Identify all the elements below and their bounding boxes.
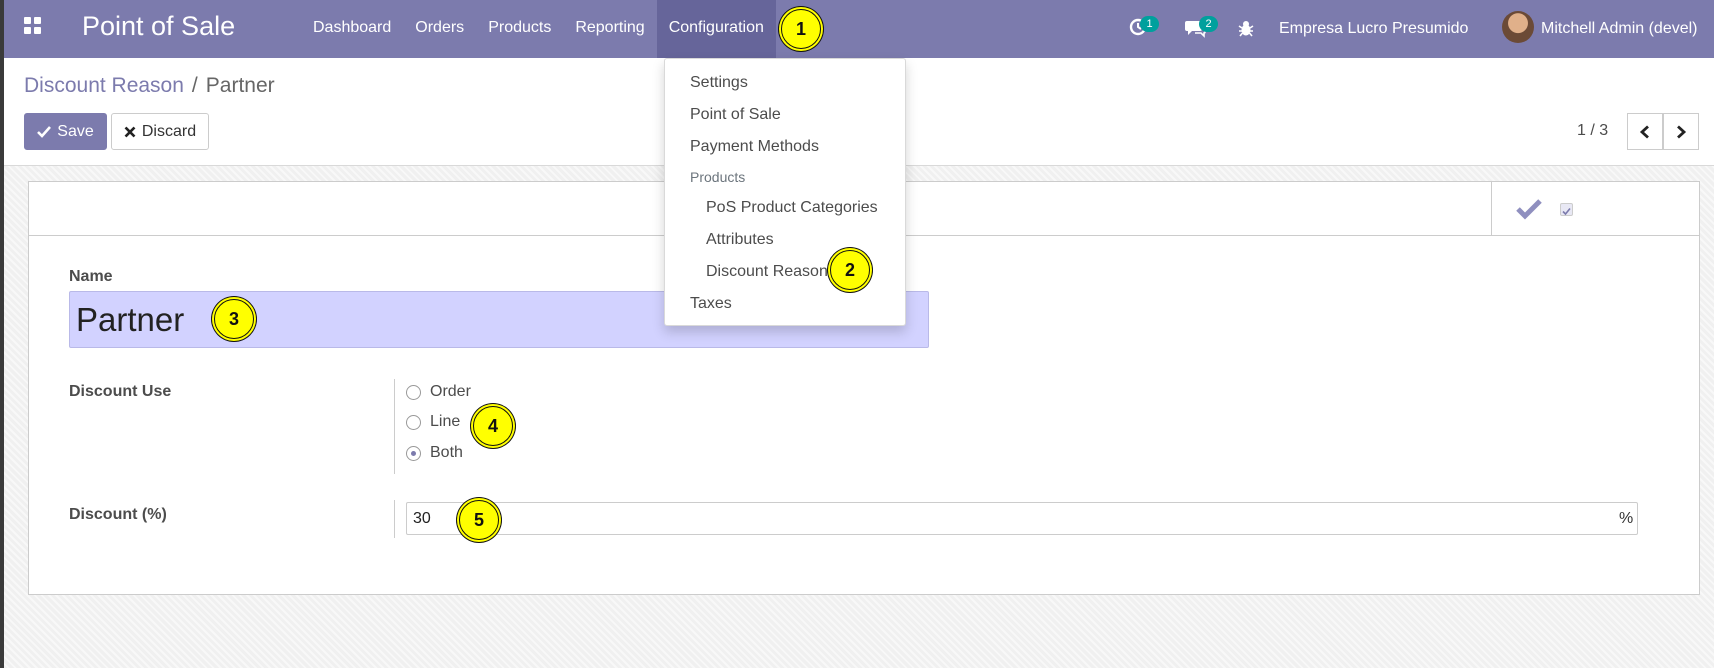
radio-line-control[interactable] <box>406 414 421 430</box>
active-check-icon <box>1516 199 1542 220</box>
discount-percent-input[interactable]: 30 <box>406 502 1638 535</box>
menu-reporting[interactable]: Reporting <box>563 0 656 58</box>
breadcrumb-current: Partner <box>205 74 275 97</box>
breadcrumb-parent-link[interactable]: Discount Reason <box>24 74 184 98</box>
discard-button[interactable]: Discard <box>111 113 209 150</box>
radio-order-control[interactable] <box>406 384 421 400</box>
breadcrumb-separator: / <box>191 74 198 97</box>
annotation-marker-5: 5 <box>459 500 499 540</box>
radio-both-label: Both <box>430 444 463 461</box>
annotation-marker-1: 1 <box>781 9 821 49</box>
user-menu[interactable]: Mitchell Admin (devel) <box>1541 0 1698 58</box>
user-avatar[interactable] <box>1502 11 1534 43</box>
save-label: Save <box>57 122 94 140</box>
pager-value[interactable]: 1 / 3 <box>1577 122 1608 140</box>
checkbox-check-icon <box>1562 207 1571 216</box>
dropdown-item-attributes[interactable]: Attributes <box>706 231 774 249</box>
dropdown-item-discount-reason[interactable]: Discount Reason <box>706 263 828 281</box>
radio-order-label: Order <box>430 383 471 400</box>
check-icon <box>37 125 52 138</box>
menu-configuration[interactable]: Configuration <box>656 0 776 58</box>
main-menu: Dashboard Orders Products Reporting Conf… <box>301 0 776 58</box>
chevron-right-icon <box>1677 124 1687 139</box>
discard-label: Discard <box>141 122 197 140</box>
dropdown-item-taxes[interactable]: Taxes <box>690 295 732 313</box>
dropdown-item-pos-product-categories[interactable]: PoS Product Categories <box>706 199 878 217</box>
statusbar-divider <box>1491 182 1492 236</box>
discount-use-label: Discount Use <box>69 383 172 400</box>
radio-order[interactable]: Order <box>406 383 471 401</box>
chevron-left-icon <box>1639 124 1649 139</box>
dropdown-item-settings[interactable]: Settings <box>690 74 748 92</box>
menu-dashboard[interactable]: Dashboard <box>301 0 403 58</box>
breadcrumb: Discount Reason / Partner <box>24 74 275 98</box>
app-brand[interactable]: Point of Sale <box>82 11 235 42</box>
dropdown-section-header: Products <box>690 169 746 185</box>
menu-products[interactable]: Products <box>476 0 563 58</box>
message-count-badge: 2 <box>1199 16 1218 32</box>
top-navbar: Point of Sale Dashboard Orders Products … <box>4 0 1714 58</box>
menu-orders[interactable]: Orders <box>403 0 476 58</box>
radio-both-control[interactable] <box>406 445 421 461</box>
annotation-marker-3: 3 <box>214 299 254 339</box>
radio-line[interactable]: Line <box>406 413 460 431</box>
pager-next-button[interactable] <box>1663 113 1699 150</box>
company-switcher[interactable]: Empresa Lucro Presumido <box>1279 0 1468 58</box>
active-toggle-button[interactable] <box>1515 198 1545 222</box>
debug-bug-icon[interactable] <box>1238 19 1254 37</box>
percent-suffix: % <box>1619 510 1634 527</box>
pager-previous-button[interactable] <box>1627 113 1663 150</box>
close-icon <box>124 126 136 137</box>
dropdown-item-point-of-sale[interactable]: Point of Sale <box>690 106 781 124</box>
field-separator <box>394 379 395 474</box>
apps-menu-icon[interactable] <box>24 17 44 37</box>
annotation-marker-2: 2 <box>830 250 870 290</box>
configuration-dropdown: Settings Point of Sale Payment Methods P… <box>664 58 906 326</box>
save-button[interactable]: Save <box>24 113 107 150</box>
radio-line-label: Line <box>430 413 461 430</box>
active-checkbox[interactable] <box>1560 203 1573 216</box>
activity-count-badge: 1 <box>1140 16 1159 32</box>
annotation-marker-4: 4 <box>473 406 513 446</box>
field-separator <box>394 500 395 538</box>
name-label: Name <box>69 268 113 285</box>
radio-both[interactable]: Both <box>406 444 463 462</box>
dropdown-item-payment-methods[interactable]: Payment Methods <box>690 138 819 156</box>
discount-label: Discount (%) <box>69 506 167 523</box>
